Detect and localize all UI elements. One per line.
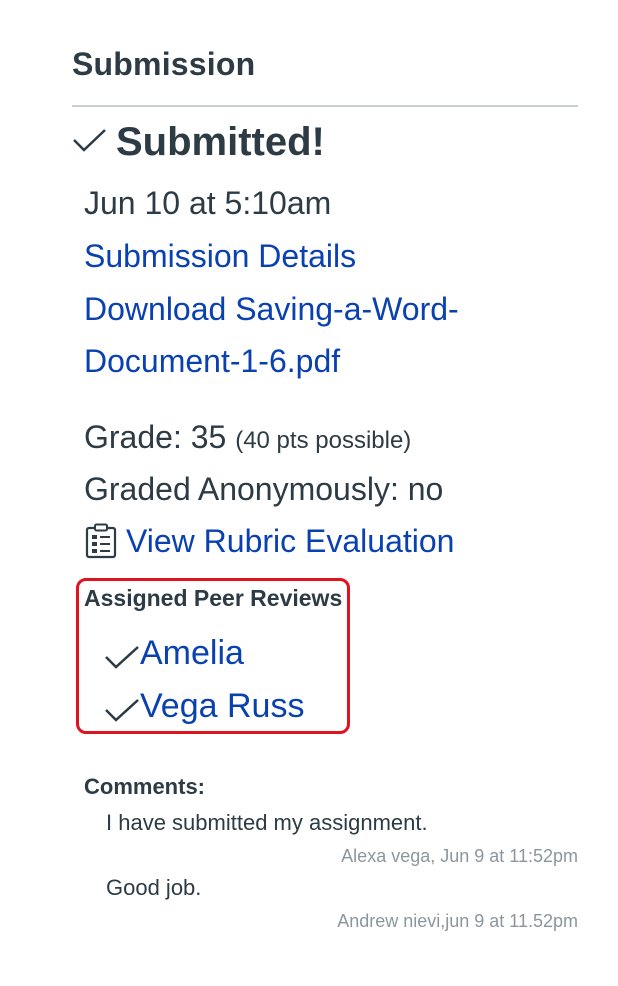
view-rubric-row[interactable]: View Rubric Evaluation (84, 521, 454, 561)
submitted-status: Submitted! (72, 120, 325, 165)
rubric-clipboard-icon (84, 523, 118, 559)
download-link-line-2[interactable]: Document-1-6.pdf (84, 341, 340, 381)
comment-text: Good job. (106, 875, 202, 900)
download-link-line-1[interactable]: Download Saving-a-Word- (84, 289, 459, 329)
comments-title: Comments: (84, 774, 206, 799)
peer-reviews-title: Assigned Peer Reviews (84, 585, 343, 611)
grade: Grade: 35 (40 pts possible) (84, 417, 411, 461)
title-divider (72, 105, 578, 107)
checkmark-icon (72, 128, 108, 158)
peer-review-link-vega-russ[interactable]: Vega Russ (140, 687, 304, 726)
submitted-label: Submitted! (116, 120, 325, 164)
grade-value: Grade: 35 (84, 419, 227, 455)
checkmark-icon (104, 694, 140, 722)
view-rubric-link[interactable]: View Rubric Evaluation (126, 521, 454, 561)
comment-text: I have submitted my assignment. (106, 810, 428, 835)
checkmark-icon (104, 641, 140, 669)
comment-meta: Alexa vega, Jun 9 at 11:52pm (341, 846, 578, 866)
peer-review-item[interactable]: Amelia (104, 634, 244, 673)
grade-possible: (40 pts possible) (235, 427, 412, 454)
peer-review-item[interactable]: Vega Russ (104, 687, 304, 726)
section-title: Submission (72, 46, 256, 82)
comment-meta: Andrew nievi,jun 9 at 11.52pm (337, 911, 578, 931)
peer-review-link-amelia[interactable]: Amelia (140, 634, 244, 673)
submission-date: Jun 10 at 5:10am (84, 185, 332, 221)
graded-anonymously: Graded Anonymously: no (84, 471, 444, 507)
submission-details-link[interactable]: Submission Details (84, 236, 356, 276)
